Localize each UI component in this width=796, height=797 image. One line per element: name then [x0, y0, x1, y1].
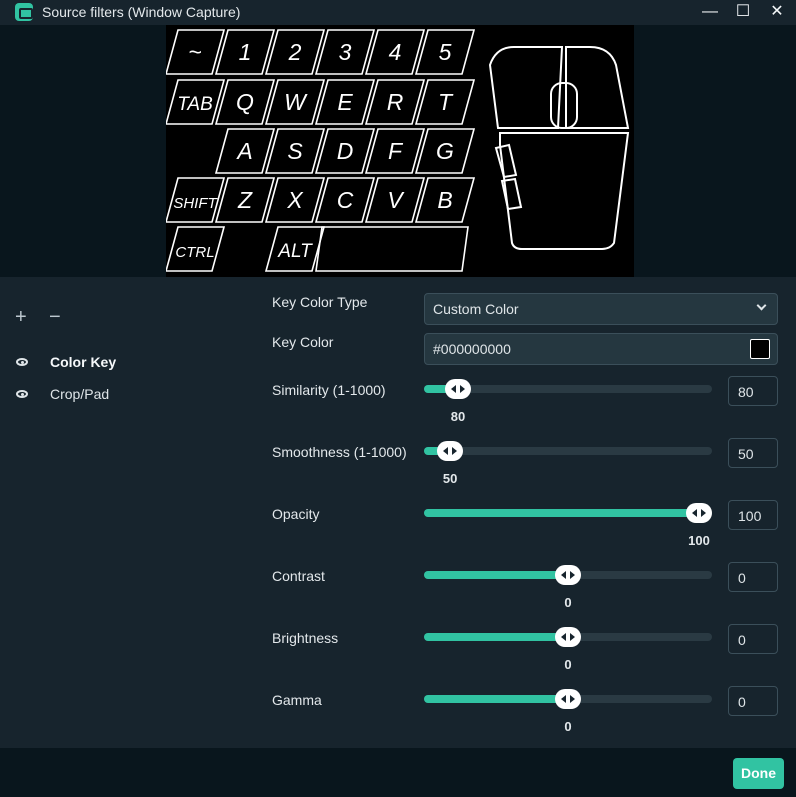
preview-area: ~1 2 3 4 5 TAB Q W E R T A S D F G SHIFT Z X C V B CTRL ALT: [0, 25, 796, 277]
key-label: Z: [237, 187, 253, 213]
slider-handle[interactable]: [555, 627, 581, 647]
slider-fill: [424, 695, 568, 703]
similarity-label: Similarity (1-1000): [272, 382, 386, 398]
key-label: X: [286, 187, 304, 213]
opacity-value-label: 100: [688, 533, 710, 548]
contrast-value-label: 0: [564, 595, 572, 610]
smoothness-value-label: 50: [442, 471, 458, 486]
contrast-label: Contrast: [272, 568, 325, 584]
similarity-number-input[interactable]: 80: [728, 376, 778, 406]
key-color-type-label: Key Color Type: [272, 294, 368, 310]
opacity-slider[interactable]: [424, 503, 712, 523]
eye-icon[interactable]: [16, 358, 28, 366]
brightness-value-label: 0: [564, 657, 572, 672]
key-label: R: [387, 89, 404, 115]
key-label: SHIFT: [173, 195, 218, 212]
similarity-value-label: 80: [450, 409, 466, 424]
key-label: 1: [239, 39, 252, 65]
key-label: W: [284, 89, 308, 115]
key-label: 2: [288, 39, 302, 65]
done-button[interactable]: Done: [733, 758, 784, 789]
key-color-type-value: Custom Color: [433, 301, 519, 317]
opacity-label: Opacity: [272, 506, 320, 522]
key-color-label: Key Color: [272, 334, 334, 350]
key-label: A: [235, 138, 252, 164]
source-preview: ~1 2 3 4 5 TAB Q W E R T A S D F G SHIFT Z X C V B CTRL ALT: [166, 25, 634, 277]
key-label: E: [337, 89, 353, 115]
key-label: F: [388, 138, 404, 164]
brightness-slider[interactable]: [424, 627, 712, 647]
slider-handle[interactable]: [686, 503, 712, 523]
space-key-outline: [315, 226, 469, 272]
smoothness-label: Smoothness (1-1000): [272, 444, 407, 460]
keyboard-mouse-overlay: ~1 2 3 4 5 TAB Q W E R T A S D F G SHIFT Z X C V B CTRL ALT: [166, 29, 630, 272]
chevron-down-icon: [756, 300, 767, 311]
key-label: T: [438, 89, 454, 115]
mouse-icon: [488, 46, 630, 250]
gamma-slider[interactable]: [424, 689, 712, 709]
color-swatch[interactable]: [750, 339, 770, 359]
key-label: C: [337, 187, 354, 213]
key-label: 5: [439, 39, 452, 65]
eye-icon[interactable]: [16, 390, 28, 398]
gamma-value-label: 0: [564, 719, 572, 734]
key-label: 4: [389, 39, 402, 65]
gamma-label: Gamma: [272, 692, 322, 708]
slider-handle[interactable]: [437, 441, 464, 461]
filter-name: Color Key: [50, 354, 117, 370]
filter-item-color-key[interactable]: Color Key: [16, 351, 116, 373]
key-color-input[interactable]: #000000000: [424, 333, 778, 365]
key-label: S: [287, 138, 303, 164]
slider-fill: [424, 633, 568, 641]
smoothness-number-input[interactable]: 50: [728, 438, 778, 468]
close-button[interactable]: ✕: [761, 0, 793, 25]
key-label: V: [387, 187, 405, 213]
key-color-value: #000000000: [433, 341, 511, 357]
slider-fill: [424, 571, 568, 579]
key-label: G: [436, 138, 454, 164]
filter-name: Crop/Pad: [50, 386, 110, 402]
window-title: Source filters (Window Capture): [42, 4, 241, 20]
key-color-type-select[interactable]: Custom Color: [424, 293, 778, 325]
footer: [0, 748, 796, 797]
key-label: TAB: [177, 94, 213, 115]
brightness-label: Brightness: [272, 630, 339, 646]
contrast-slider[interactable]: [424, 565, 712, 585]
similarity-slider[interactable]: [424, 379, 712, 399]
opacity-number-input[interactable]: 100: [728, 500, 778, 530]
smoothness-slider[interactable]: [424, 441, 712, 461]
add-filter-button[interactable]: +: [15, 306, 27, 329]
filter-item-crop-pad[interactable]: Crop/Pad: [16, 383, 109, 405]
slider-handle[interactable]: [555, 565, 581, 585]
key-label: Q: [236, 89, 254, 115]
key-label: ALT: [277, 241, 313, 262]
maximize-button[interactable]: ☐: [727, 0, 759, 25]
key-label: B: [437, 187, 452, 213]
slider-fill: [424, 509, 699, 517]
contrast-number-input[interactable]: 0: [728, 562, 778, 592]
key-label: 3: [339, 39, 352, 65]
brightness-number-input[interactable]: 0: [728, 624, 778, 654]
app-icon: [15, 3, 33, 21]
key-label: ~: [188, 39, 201, 65]
slider-handle[interactable]: [444, 379, 471, 399]
key-label: CTRL: [175, 244, 214, 261]
title-bar: Source filters (Window Capture) — ☐ ✕: [0, 0, 796, 25]
remove-filter-button[interactable]: −: [49, 306, 61, 329]
key-label: D: [337, 138, 354, 164]
gamma-number-input[interactable]: 0: [728, 686, 778, 716]
slider-handle[interactable]: [555, 689, 581, 709]
minimize-button[interactable]: —: [694, 0, 726, 25]
